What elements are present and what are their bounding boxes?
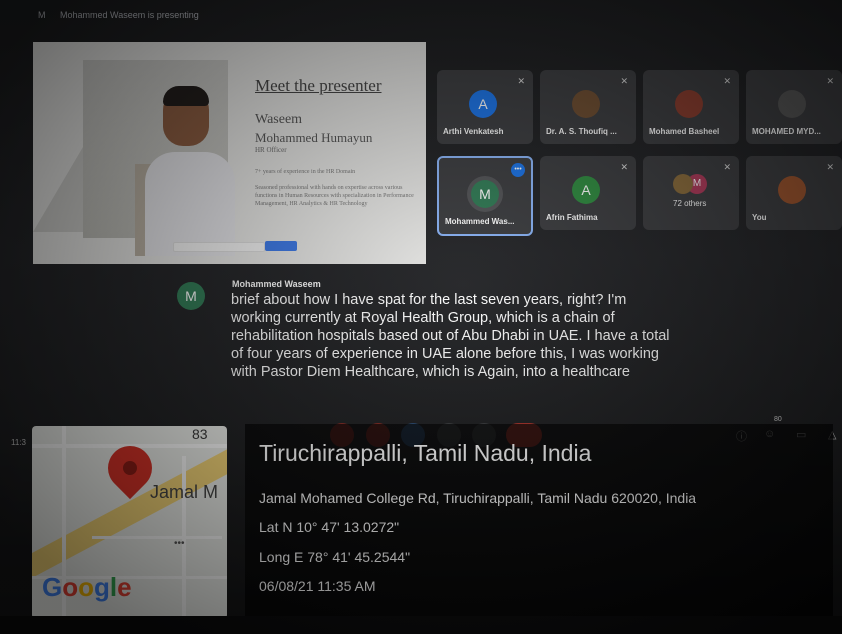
caption-avatar: M	[177, 282, 205, 310]
avatar	[572, 90, 600, 118]
slide-name-first: Waseem	[255, 112, 303, 127]
participant-name: Dr. A. S. Thoufiq ...	[546, 127, 617, 136]
participant-tile[interactable]: ✕ A Arthi Venkatesh	[437, 70, 533, 144]
map-street	[92, 536, 222, 539]
participant-name: Mohammed Was...	[445, 217, 515, 226]
participant-tile-self[interactable]: ✕ You	[746, 156, 842, 230]
map-road-number: 83	[192, 426, 208, 442]
slide-name-full: Mohammed Humayun	[255, 130, 373, 145]
location-longitude: Long E 78° 41' 45.2544"	[259, 549, 411, 565]
avatar	[778, 176, 806, 204]
mic-off-icon: ✕	[620, 76, 628, 86]
participant-tile-others[interactable]: ✕ M 72 others	[643, 156, 739, 230]
mic-off-icon: ✕	[723, 162, 731, 172]
slide-bullet: 7+ years of experience in the HR Domain	[255, 169, 356, 175]
presenting-banner: M Mohammed Waseem is presenting	[38, 10, 199, 20]
presenter-initial: M	[38, 10, 46, 20]
map-place-label: Jamal M	[150, 482, 219, 502]
participant-name: Mohamed Basheel	[649, 127, 720, 136]
meeting-screen: M Mohammed Waseem is presenting Meet the…	[0, 0, 842, 634]
presenting-text: Mohammed Waseem is presenting	[60, 10, 199, 20]
laptop-keyboard-edge	[0, 616, 842, 634]
participant-tile-active-speaker[interactable]: ••• M Mohammed Was...	[437, 156, 533, 236]
map-poi-icon: •••	[174, 538, 185, 549]
mic-off-icon: ✕	[826, 162, 834, 172]
presenter-photo	[83, 60, 235, 256]
mic-off-icon: ✕	[620, 162, 628, 172]
location-title: Tiruchirappalli, Tamil Nadu, India	[259, 440, 592, 466]
participants-count: 80	[774, 416, 782, 423]
location-datetime: 06/08/21 11:35 AM	[259, 578, 376, 594]
participant-tile[interactable]: ✕ Mohamed Basheel	[643, 70, 739, 144]
location-address: Jamal Mohamed College Rd, Tiruchirappall…	[259, 490, 697, 506]
participant-name: MOHAMED MYD...	[752, 127, 821, 136]
participant-tile[interactable]: ✕ MOHAMED MYD...	[746, 70, 842, 144]
google-logo: Google	[42, 572, 132, 602]
slide-title: Meet the presenter	[255, 76, 382, 95]
location-latitude: Lat N 10° 47' 13.0272"	[259, 519, 400, 535]
speaking-indicator-icon: •••	[511, 163, 525, 177]
caption-speaker: Mohammed Waseem	[232, 279, 321, 289]
participant-tile[interactable]: ✕ A Afrin Fathima	[540, 156, 636, 230]
participant-name: You	[752, 213, 767, 222]
caption-text: brief about how I have spat for the last…	[231, 292, 670, 380]
avatar: A	[469, 90, 497, 118]
mic-off-icon: ✕	[723, 76, 731, 86]
meeting-time: 11:3	[11, 438, 26, 447]
avatar: M	[471, 180, 499, 208]
mic-off-icon: ✕	[826, 76, 834, 86]
mic-off-icon: ✕	[517, 76, 525, 86]
slide-bullet: Seasoned professional with hands on expe…	[255, 185, 414, 207]
avatar	[675, 90, 703, 118]
map-thumbnail: 83 Jamal M ••• Google	[32, 426, 227, 619]
participant-name: 72 others	[673, 199, 707, 208]
participant-tile[interactable]: ✕ Dr. A. S. Thoufiq ...	[540, 70, 636, 144]
avatar: A	[572, 176, 600, 204]
stop-sharing-button[interactable]	[265, 241, 297, 251]
presenting-notice	[173, 242, 265, 252]
participant-name: Arthi Venkatesh	[443, 127, 504, 136]
slide-role: HR Officer	[255, 146, 287, 154]
participant-name: Afrin Fathima	[546, 213, 598, 222]
avatar	[778, 90, 806, 118]
avatar	[673, 174, 693, 194]
shared-slide: Meet the presenter Waseem Mohammed Humay…	[33, 42, 426, 264]
